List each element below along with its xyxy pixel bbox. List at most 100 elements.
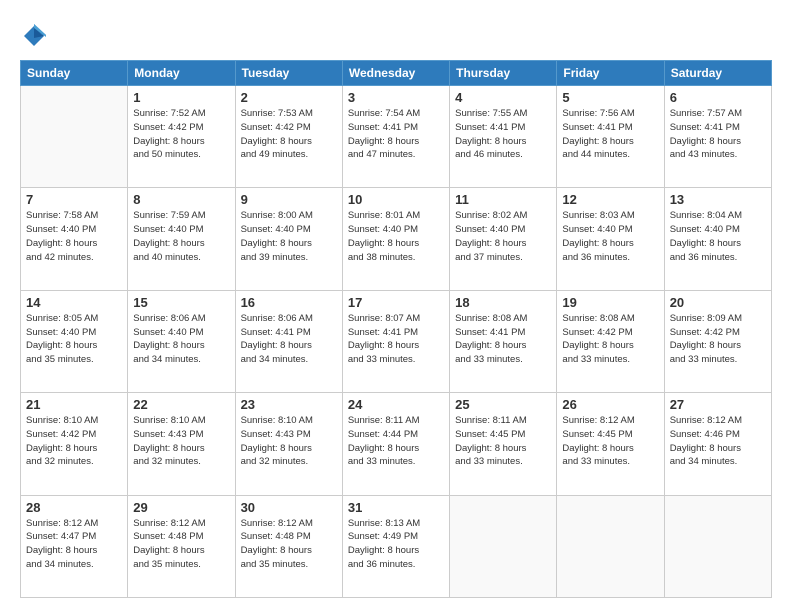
- calendar-cell: 5 Sunrise: 7:56 AM Sunset: 4:41 PM Daylig…: [557, 86, 664, 188]
- calendar-header-wednesday: Wednesday: [342, 61, 449, 86]
- day-info: Sunrise: 8:08 AM Sunset: 4:42 PM Dayligh…: [562, 312, 658, 367]
- day-number: 8: [133, 192, 229, 207]
- calendar-header-friday: Friday: [557, 61, 664, 86]
- day-info: Sunrise: 8:06 AM Sunset: 4:40 PM Dayligh…: [133, 312, 229, 367]
- day-number: 15: [133, 295, 229, 310]
- day-number: 1: [133, 90, 229, 105]
- calendar-cell: 10 Sunrise: 8:01 AM Sunset: 4:40 PM Dayli…: [342, 188, 449, 290]
- day-info: Sunrise: 8:01 AM Sunset: 4:40 PM Dayligh…: [348, 209, 444, 264]
- day-info: Sunrise: 8:12 AM Sunset: 4:46 PM Dayligh…: [670, 414, 766, 469]
- day-number: 31: [348, 500, 444, 515]
- day-number: 13: [670, 192, 766, 207]
- header: [20, 18, 772, 50]
- calendar-week-row: 14 Sunrise: 8:05 AM Sunset: 4:40 PM Dayli…: [21, 290, 772, 392]
- day-info: Sunrise: 7:58 AM Sunset: 4:40 PM Dayligh…: [26, 209, 122, 264]
- day-info: Sunrise: 8:07 AM Sunset: 4:41 PM Dayligh…: [348, 312, 444, 367]
- day-number: 5: [562, 90, 658, 105]
- calendar-cell: 29 Sunrise: 8:12 AM Sunset: 4:48 PM Dayli…: [128, 495, 235, 597]
- calendar-week-row: 28Sunrise: 8:12 AM Sunset: 4:47 PM Dayli…: [21, 495, 772, 597]
- calendar-header-thursday: Thursday: [450, 61, 557, 86]
- day-info: Sunrise: 8:10 AM Sunset: 4:42 PM Dayligh…: [26, 414, 122, 469]
- calendar-cell: [557, 495, 664, 597]
- day-number: 6: [670, 90, 766, 105]
- calendar-week-row: 1Sunrise: 7:52 AM Sunset: 4:42 PM Daylig…: [21, 86, 772, 188]
- day-number: 22: [133, 397, 229, 412]
- day-info: Sunrise: 8:04 AM Sunset: 4:40 PM Dayligh…: [670, 209, 766, 264]
- day-info: Sunrise: 7:53 AM Sunset: 4:42 PM Dayligh…: [241, 107, 337, 162]
- calendar-header-sunday: Sunday: [21, 61, 128, 86]
- day-number: 3: [348, 90, 444, 105]
- calendar-cell: 21 Sunrise: 8:10 AM Sunset: 4:42 PM Dayli…: [21, 393, 128, 495]
- calendar-cell: [450, 495, 557, 597]
- day-info: Sunrise: 7:59 AM Sunset: 4:40 PM Dayligh…: [133, 209, 229, 264]
- calendar-cell: 11 Sunrise: 8:02 AM Sunset: 4:40 PM Dayli…: [450, 188, 557, 290]
- calendar-cell: 13 Sunrise: 8:04 AM Sunset: 4:40 PM Dayli…: [664, 188, 771, 290]
- day-info: Sunrise: 8:02 AM Sunset: 4:40 PM Dayligh…: [455, 209, 551, 264]
- day-number: 7: [26, 192, 122, 207]
- calendar-week-row: 21 Sunrise: 8:10 AM Sunset: 4:42 PM Dayli…: [21, 393, 772, 495]
- calendar-cell: 23 Sunrise: 8:10 AM Sunset: 4:43 PM Dayli…: [235, 393, 342, 495]
- calendar-cell: 31 Sunrise: 8:13 AM Sunset: 4:49 PM Dayli…: [342, 495, 449, 597]
- calendar-cell: 15 Sunrise: 8:06 AM Sunset: 4:40 PM Dayli…: [128, 290, 235, 392]
- day-info: Sunrise: 8:12 AM Sunset: 4:48 PM Dayligh…: [133, 517, 229, 572]
- calendar-cell: 9 Sunrise: 8:00 AM Sunset: 4:40 PM Daylig…: [235, 188, 342, 290]
- day-info: Sunrise: 8:00 AM Sunset: 4:40 PM Dayligh…: [241, 209, 337, 264]
- calendar-header-monday: Monday: [128, 61, 235, 86]
- logo-icon: [20, 22, 48, 50]
- day-info: Sunrise: 7:54 AM Sunset: 4:41 PM Dayligh…: [348, 107, 444, 162]
- day-info: Sunrise: 8:12 AM Sunset: 4:45 PM Dayligh…: [562, 414, 658, 469]
- day-number: 14: [26, 295, 122, 310]
- day-number: 11: [455, 192, 551, 207]
- calendar-cell: 8 Sunrise: 7:59 AM Sunset: 4:40 PM Daylig…: [128, 188, 235, 290]
- calendar-cell: [664, 495, 771, 597]
- calendar-cell: 12Sunrise: 8:03 AM Sunset: 4:40 PM Dayli…: [557, 188, 664, 290]
- calendar-cell: 1Sunrise: 7:52 AM Sunset: 4:42 PM Daylig…: [128, 86, 235, 188]
- day-number: 2: [241, 90, 337, 105]
- calendar-cell: 19 Sunrise: 8:08 AM Sunset: 4:42 PM Dayli…: [557, 290, 664, 392]
- day-info: Sunrise: 8:11 AM Sunset: 4:45 PM Dayligh…: [455, 414, 551, 469]
- day-info: Sunrise: 7:55 AM Sunset: 4:41 PM Dayligh…: [455, 107, 551, 162]
- calendar-cell: 17 Sunrise: 8:07 AM Sunset: 4:41 PM Dayli…: [342, 290, 449, 392]
- calendar-header-row: SundayMondayTuesdayWednesdayThursdayFrid…: [21, 61, 772, 86]
- day-number: 19: [562, 295, 658, 310]
- day-number: 30: [241, 500, 337, 515]
- day-info: Sunrise: 8:10 AM Sunset: 4:43 PM Dayligh…: [133, 414, 229, 469]
- day-info: Sunrise: 8:13 AM Sunset: 4:49 PM Dayligh…: [348, 517, 444, 572]
- calendar-cell: 22 Sunrise: 8:10 AM Sunset: 4:43 PM Dayli…: [128, 393, 235, 495]
- day-number: 16: [241, 295, 337, 310]
- calendar-cell: 18Sunrise: 8:08 AM Sunset: 4:41 PM Dayli…: [450, 290, 557, 392]
- day-number: 23: [241, 397, 337, 412]
- calendar-cell: 27 Sunrise: 8:12 AM Sunset: 4:46 PM Dayli…: [664, 393, 771, 495]
- day-number: 12: [562, 192, 658, 207]
- day-number: 17: [348, 295, 444, 310]
- calendar-cell: 28Sunrise: 8:12 AM Sunset: 4:47 PM Dayli…: [21, 495, 128, 597]
- day-info: Sunrise: 8:06 AM Sunset: 4:41 PM Dayligh…: [241, 312, 337, 367]
- day-info: Sunrise: 8:09 AM Sunset: 4:42 PM Dayligh…: [670, 312, 766, 367]
- calendar-cell: 25Sunrise: 8:11 AM Sunset: 4:45 PM Dayli…: [450, 393, 557, 495]
- day-number: 21: [26, 397, 122, 412]
- calendar-cell: [21, 86, 128, 188]
- calendar-cell: 3 Sunrise: 7:54 AM Sunset: 4:41 PM Daylig…: [342, 86, 449, 188]
- day-number: 29: [133, 500, 229, 515]
- calendar-cell: 4Sunrise: 7:55 AM Sunset: 4:41 PM Daylig…: [450, 86, 557, 188]
- day-number: 27: [670, 397, 766, 412]
- calendar-cell: 7 Sunrise: 7:58 AM Sunset: 4:40 PM Daylig…: [21, 188, 128, 290]
- day-number: 20: [670, 295, 766, 310]
- day-number: 26: [562, 397, 658, 412]
- day-info: Sunrise: 8:12 AM Sunset: 4:47 PM Dayligh…: [26, 517, 122, 572]
- day-number: 9: [241, 192, 337, 207]
- day-info: Sunrise: 8:10 AM Sunset: 4:43 PM Dayligh…: [241, 414, 337, 469]
- calendar-cell: 14 Sunrise: 8:05 AM Sunset: 4:40 PM Dayli…: [21, 290, 128, 392]
- day-info: Sunrise: 8:05 AM Sunset: 4:40 PM Dayligh…: [26, 312, 122, 367]
- calendar-cell: 20 Sunrise: 8:09 AM Sunset: 4:42 PM Dayli…: [664, 290, 771, 392]
- calendar-cell: 24 Sunrise: 8:11 AM Sunset: 4:44 PM Dayli…: [342, 393, 449, 495]
- day-info: Sunrise: 7:56 AM Sunset: 4:41 PM Dayligh…: [562, 107, 658, 162]
- day-info: Sunrise: 8:11 AM Sunset: 4:44 PM Dayligh…: [348, 414, 444, 469]
- day-number: 10: [348, 192, 444, 207]
- day-info: Sunrise: 8:12 AM Sunset: 4:48 PM Dayligh…: [241, 517, 337, 572]
- calendar-header-saturday: Saturday: [664, 61, 771, 86]
- calendar-week-row: 7 Sunrise: 7:58 AM Sunset: 4:40 PM Daylig…: [21, 188, 772, 290]
- day-info: Sunrise: 8:08 AM Sunset: 4:41 PM Dayligh…: [455, 312, 551, 367]
- day-number: 24: [348, 397, 444, 412]
- calendar-cell: 26 Sunrise: 8:12 AM Sunset: 4:45 PM Dayli…: [557, 393, 664, 495]
